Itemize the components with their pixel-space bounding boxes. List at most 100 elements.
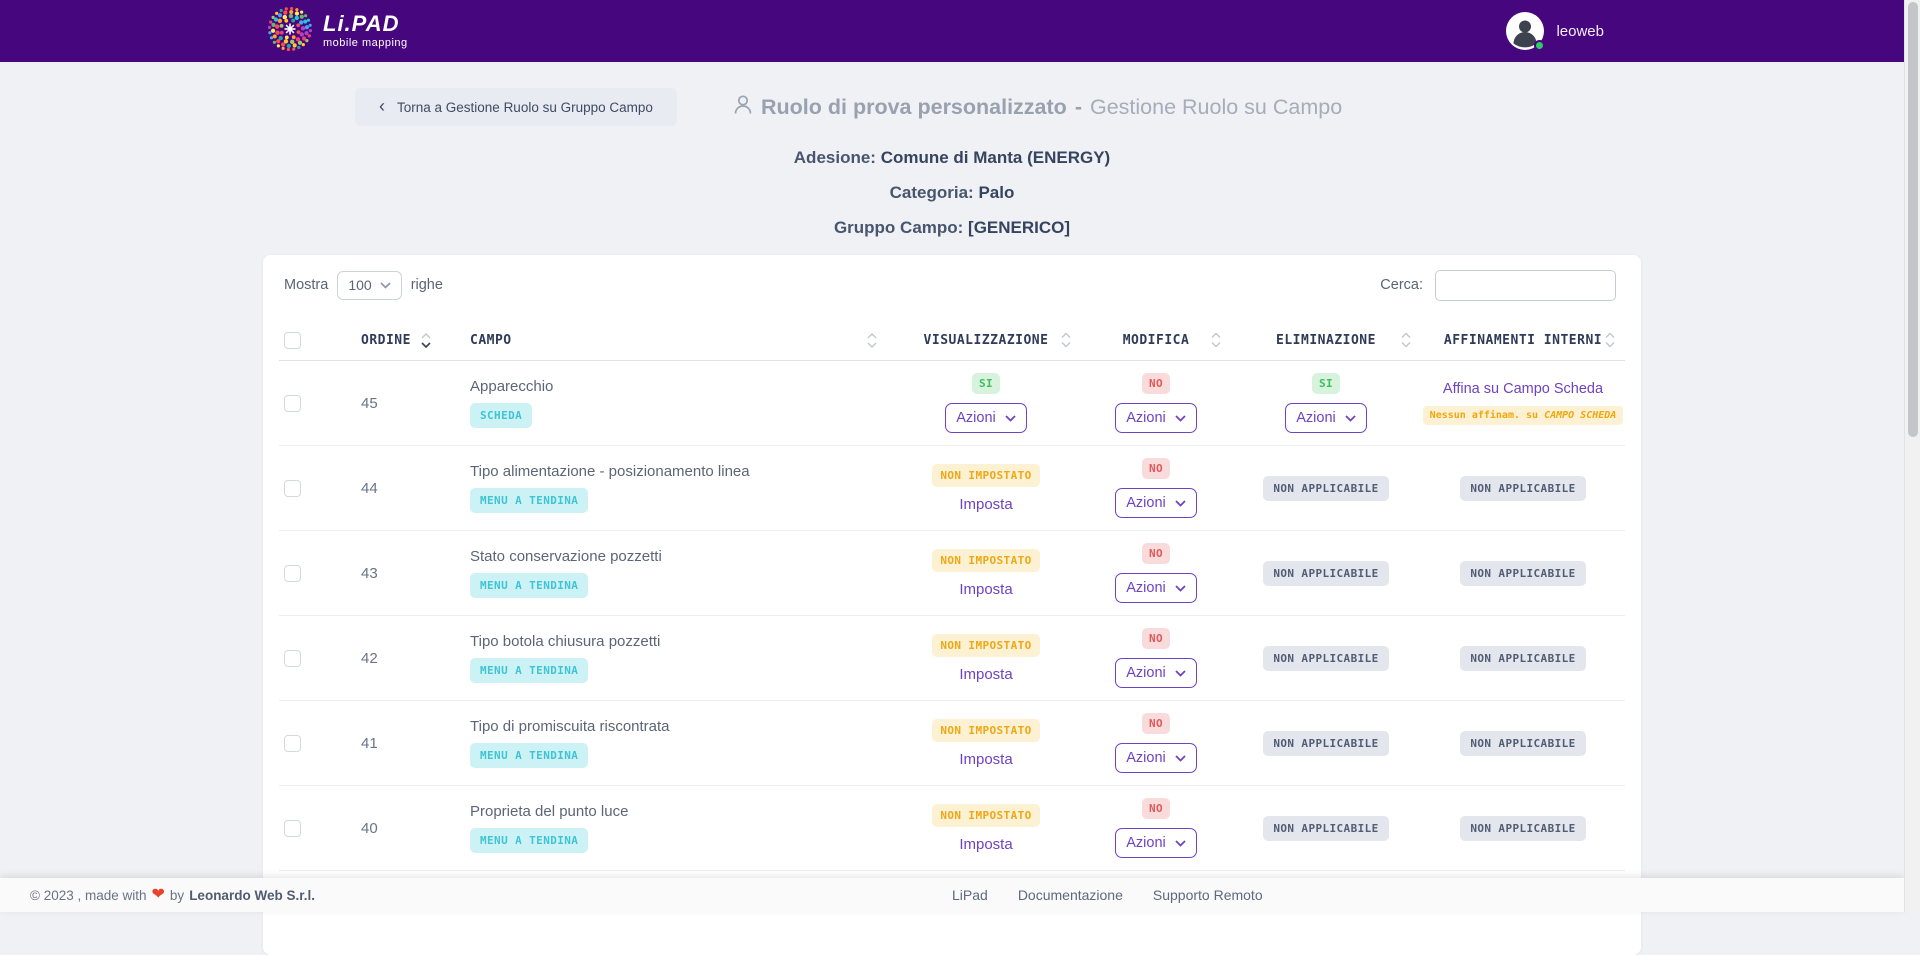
user-menu[interactable]: leoweb xyxy=(1506,12,1604,50)
column-header-campo[interactable]: CAMPO xyxy=(421,333,891,348)
column-header-eliminazione[interactable]: ELIMINAZIONE xyxy=(1231,333,1421,348)
row-checkbox[interactable] xyxy=(284,735,301,752)
cell-eliminazione: NON APPLICABILE xyxy=(1231,476,1421,501)
modifica-header-label: MODIFICA xyxy=(1123,333,1190,348)
avatar[interactable] xyxy=(1506,12,1544,50)
azioni-select[interactable]: Azioni xyxy=(1115,828,1197,858)
cell-modifica: NOAzioni xyxy=(1081,373,1231,433)
page-size-select[interactable]: 100 xyxy=(337,271,401,300)
status-badge: NO xyxy=(1142,628,1170,649)
azioni-label: Azioni xyxy=(1126,495,1166,511)
page-title: Ruolo di prova personalizzato - Gestione… xyxy=(733,88,1342,126)
azioni-select[interactable]: Azioni xyxy=(1115,743,1197,773)
campo-name: Stato conservazione pozzetti xyxy=(470,548,662,565)
azioni-select[interactable]: Azioni xyxy=(1115,403,1197,433)
imposta-link[interactable]: Imposta xyxy=(959,666,1012,683)
status-badge: NON APPLICABILE xyxy=(1460,816,1585,841)
azioni-select[interactable]: Azioni xyxy=(945,403,1027,433)
ordine-value: 41 xyxy=(329,735,421,752)
azioni-label: Azioni xyxy=(956,410,996,426)
ordine-value: 44 xyxy=(329,480,421,497)
chevron-down-icon xyxy=(1175,415,1186,422)
search-input[interactable] xyxy=(1435,270,1616,301)
azioni-label: Azioni xyxy=(1126,750,1166,766)
row-checkbox[interactable] xyxy=(284,820,301,837)
column-header-modifica[interactable]: MODIFICA xyxy=(1081,333,1231,348)
row-checkbox[interactable] xyxy=(284,565,301,582)
page-size-value: 100 xyxy=(348,277,371,293)
lipad-logo-icon xyxy=(267,6,313,57)
status-badge: NON APPLICABILE xyxy=(1460,561,1585,586)
column-header-visualizzazione[interactable]: VISUALIZZAZIONE xyxy=(891,333,1081,348)
cell-modifica: NO Azioni xyxy=(1081,458,1231,518)
row-checkbox[interactable] xyxy=(284,480,301,497)
sort-icon-visualizzazione xyxy=(1061,333,1071,348)
select-all-checkbox[interactable] xyxy=(284,332,301,349)
copyright: © 2023 , made with ❤ by Leonardo Web S.r… xyxy=(30,887,315,903)
lipad-logo[interactable]: Li.PAD mobile mapping xyxy=(267,6,408,57)
mostra-label: Mostra xyxy=(284,277,328,293)
categoria-line: Categoria: Palo xyxy=(263,181,1641,204)
row-select-cell xyxy=(279,480,329,497)
azioni-select[interactable]: Azioni xyxy=(1285,403,1367,433)
cell-visualizzazione: NON IMPOSTATOImposta xyxy=(891,804,1081,853)
row-checkbox[interactable] xyxy=(284,395,301,412)
logo-subtitle: mobile mapping xyxy=(323,38,408,49)
page-scrollbar-track[interactable] xyxy=(1904,0,1920,912)
page-scrollbar-thumb[interactable] xyxy=(1908,2,1918,437)
cell-visualizzazione: NON IMPOSTATO Imposta xyxy=(891,719,1081,768)
column-header-affinamenti[interactable]: AFFINAMENTI INTERNI xyxy=(1421,333,1625,348)
cell-modifica: NO Azioni xyxy=(1081,628,1231,688)
affina-link[interactable]: Affina su Campo Scheda xyxy=(1443,381,1603,397)
campo-type-badge: MENU A TENDINA xyxy=(470,828,588,853)
row-checkbox[interactable] xyxy=(284,650,301,667)
status-badge: NON APPLICABILE xyxy=(1263,646,1388,671)
footer-link-supporto[interactable]: Supporto Remoto xyxy=(1153,887,1263,903)
azioni-select[interactable]: Azioni xyxy=(1115,658,1197,688)
campo-header-label: CAMPO xyxy=(470,333,512,348)
table-controls: Mostra 100 righe Cerca: xyxy=(279,269,1625,301)
copyright-prefix: © 2023 , made with xyxy=(30,888,147,903)
page-title-role: Ruolo di prova personalizzato xyxy=(761,95,1067,120)
back-button[interactable]: ‹ Torna a Gestione Ruolo su Gruppo Campo xyxy=(355,88,677,126)
status-badge: NO xyxy=(1142,458,1170,479)
lipad-logo-text: Li.PAD mobile mapping xyxy=(323,13,408,49)
status-badge: NON IMPOSTATO xyxy=(932,549,1039,572)
page-size-group: Mostra 100 righe xyxy=(279,271,443,300)
status-badge: NON APPLICABILE xyxy=(1263,816,1388,841)
imposta-link[interactable]: Imposta xyxy=(959,581,1012,598)
gruppo-campo-value: [GENERICO] xyxy=(968,218,1070,237)
campo-cell: Stato conservazione pozzetti MENU A TEND… xyxy=(421,548,891,598)
cell-visualizzazione: NON IMPOSTATOImposta xyxy=(891,464,1081,513)
table-row: 45 Apparecchio SCHEDA SIAzioni NOAzioni … xyxy=(279,361,1625,446)
cell-eliminazione: NON APPLICABILE xyxy=(1231,646,1421,671)
azioni-select[interactable]: Azioni xyxy=(1115,573,1197,603)
imposta-link[interactable]: Imposta xyxy=(959,751,1012,768)
table-body: 45 Apparecchio SCHEDA SIAzioni NOAzioni … xyxy=(279,361,1625,871)
cell-modifica: NOAzioni xyxy=(1081,543,1231,603)
campo-type-badge: SCHEDA xyxy=(470,403,532,428)
azioni-select[interactable]: Azioni xyxy=(1115,488,1197,518)
cell-visualizzazione: NON IMPOSTATOImposta xyxy=(891,634,1081,683)
imposta-link[interactable]: Imposta xyxy=(959,496,1012,513)
cell-affinamenti: Affina su Campo SchedaNessun affinam. su… xyxy=(1421,381,1625,425)
status-badge: NON IMPOSTATO xyxy=(932,719,1039,742)
status-badge: NON APPLICABILE xyxy=(1460,646,1585,671)
column-header-ordine[interactable]: ORDINE xyxy=(329,333,421,348)
back-button-label: Torna a Gestione Ruolo su Gruppo Campo xyxy=(397,100,653,115)
row-select-cell xyxy=(279,650,329,667)
azioni-label: Azioni xyxy=(1126,665,1166,681)
person-icon xyxy=(733,94,753,121)
status-badge: NO xyxy=(1142,713,1170,734)
campo-name: Apparecchio xyxy=(470,378,553,395)
chevron-down-icon xyxy=(1175,670,1186,677)
copyright-mid: by xyxy=(170,888,184,903)
footer-link-lipad[interactable]: LiPad xyxy=(952,887,988,903)
footer-link-documentazione[interactable]: Documentazione xyxy=(1018,887,1123,903)
imposta-link[interactable]: Imposta xyxy=(959,836,1012,853)
footer: © 2023 , made with ❤ by Leonardo Web S.r… xyxy=(0,878,1904,912)
cell-affinamenti: NON APPLICABILE xyxy=(1421,476,1625,501)
visualizzazione-header-label: VISUALIZZAZIONE xyxy=(924,333,1049,348)
campo-name: Tipo alimentazione - posizionamento line… xyxy=(470,463,750,480)
cell-eliminazione: NON APPLICABILE xyxy=(1231,731,1421,756)
